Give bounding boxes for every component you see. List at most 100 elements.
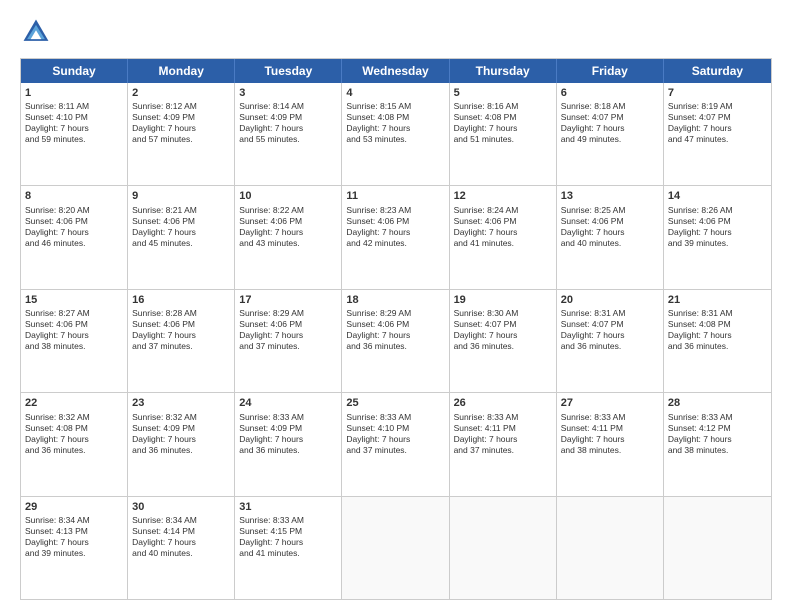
day-info-line: Sunset: 4:09 PM xyxy=(239,423,337,434)
day-info-line: Daylight: 7 hours xyxy=(132,123,230,134)
day-info-line: Sunset: 4:12 PM xyxy=(668,423,767,434)
day-info-line: Sunset: 4:06 PM xyxy=(561,216,659,227)
day-info-line: Daylight: 7 hours xyxy=(561,227,659,238)
day-info-line: Daylight: 7 hours xyxy=(132,537,230,548)
day-number: 2 xyxy=(132,86,230,100)
day-info-line: Daylight: 7 hours xyxy=(561,123,659,134)
day-number: 11 xyxy=(346,189,444,203)
day-info-line: Daylight: 7 hours xyxy=(668,330,767,341)
day-info-line: Sunrise: 8:25 AM xyxy=(561,205,659,216)
day-info-line: and 49 minutes. xyxy=(561,134,659,145)
calendar-day-cell: 26Sunrise: 8:33 AMSunset: 4:11 PMDayligh… xyxy=(450,393,557,495)
calendar-day-cell: 19Sunrise: 8:30 AMSunset: 4:07 PMDayligh… xyxy=(450,290,557,392)
calendar-header-cell: Monday xyxy=(128,59,235,83)
calendar-header-cell: Tuesday xyxy=(235,59,342,83)
day-info-line: Daylight: 7 hours xyxy=(239,537,337,548)
day-info-line: and 37 minutes. xyxy=(346,445,444,456)
day-info-line: and 36 minutes. xyxy=(668,341,767,352)
calendar-day-cell: 4Sunrise: 8:15 AMSunset: 4:08 PMDaylight… xyxy=(342,83,449,185)
calendar-day-cell: 20Sunrise: 8:31 AMSunset: 4:07 PMDayligh… xyxy=(557,290,664,392)
day-info-line: and 36 minutes. xyxy=(239,445,337,456)
calendar-day-cell: 10Sunrise: 8:22 AMSunset: 4:06 PMDayligh… xyxy=(235,186,342,288)
calendar-day-cell: 8Sunrise: 8:20 AMSunset: 4:06 PMDaylight… xyxy=(21,186,128,288)
day-number: 3 xyxy=(239,86,337,100)
day-info-line: Sunset: 4:09 PM xyxy=(132,112,230,123)
calendar-week-row: 22Sunrise: 8:32 AMSunset: 4:08 PMDayligh… xyxy=(21,392,771,495)
day-info-line: Daylight: 7 hours xyxy=(25,537,123,548)
calendar-day-cell xyxy=(557,497,664,599)
day-info-line: Sunrise: 8:14 AM xyxy=(239,101,337,112)
day-number: 22 xyxy=(25,396,123,410)
day-number: 20 xyxy=(561,293,659,307)
logo xyxy=(20,16,56,48)
calendar-day-cell: 30Sunrise: 8:34 AMSunset: 4:14 PMDayligh… xyxy=(128,497,235,599)
day-info-line: and 37 minutes. xyxy=(239,341,337,352)
day-info-line: Sunrise: 8:21 AM xyxy=(132,205,230,216)
day-info-line: Sunrise: 8:15 AM xyxy=(346,101,444,112)
day-info-line: Sunrise: 8:33 AM xyxy=(239,515,337,526)
day-info-line: Sunrise: 8:24 AM xyxy=(454,205,552,216)
calendar-day-cell: 28Sunrise: 8:33 AMSunset: 4:12 PMDayligh… xyxy=(664,393,771,495)
day-info-line: and 41 minutes. xyxy=(239,548,337,559)
day-number: 19 xyxy=(454,293,552,307)
calendar-header-cell: Thursday xyxy=(450,59,557,83)
day-info-line: and 36 minutes. xyxy=(454,341,552,352)
calendar-day-cell: 18Sunrise: 8:29 AMSunset: 4:06 PMDayligh… xyxy=(342,290,449,392)
day-info-line: Sunset: 4:07 PM xyxy=(561,112,659,123)
day-info-line: and 37 minutes. xyxy=(132,341,230,352)
day-number: 17 xyxy=(239,293,337,307)
calendar-day-cell: 6Sunrise: 8:18 AMSunset: 4:07 PMDaylight… xyxy=(557,83,664,185)
day-info-line: Sunrise: 8:27 AM xyxy=(25,308,123,319)
day-number: 7 xyxy=(668,86,767,100)
day-number: 4 xyxy=(346,86,444,100)
day-info-line: and 36 minutes. xyxy=(346,341,444,352)
day-info-line: Sunset: 4:11 PM xyxy=(454,423,552,434)
day-info-line: Sunrise: 8:18 AM xyxy=(561,101,659,112)
day-info-line: Sunrise: 8:12 AM xyxy=(132,101,230,112)
day-number: 13 xyxy=(561,189,659,203)
day-info-line: Daylight: 7 hours xyxy=(454,434,552,445)
calendar-header-cell: Saturday xyxy=(664,59,771,83)
day-info-line: Daylight: 7 hours xyxy=(25,123,123,134)
day-info-line: Sunset: 4:06 PM xyxy=(346,319,444,330)
day-info-line: Sunset: 4:09 PM xyxy=(239,112,337,123)
day-number: 26 xyxy=(454,396,552,410)
day-info-line: Sunrise: 8:31 AM xyxy=(561,308,659,319)
day-info-line: Sunrise: 8:31 AM xyxy=(668,308,767,319)
day-info-line: Sunrise: 8:34 AM xyxy=(132,515,230,526)
day-info-line: Sunset: 4:08 PM xyxy=(25,423,123,434)
day-info-line: and 41 minutes. xyxy=(454,238,552,249)
day-info-line: Sunset: 4:14 PM xyxy=(132,526,230,537)
day-info-line: Daylight: 7 hours xyxy=(239,330,337,341)
day-info-line: Sunset: 4:15 PM xyxy=(239,526,337,537)
day-number: 23 xyxy=(132,396,230,410)
day-info-line: Daylight: 7 hours xyxy=(454,227,552,238)
calendar-day-cell: 5Sunrise: 8:16 AMSunset: 4:08 PMDaylight… xyxy=(450,83,557,185)
day-info-line: and 57 minutes. xyxy=(132,134,230,145)
day-info-line: and 38 minutes. xyxy=(561,445,659,456)
day-info-line: Sunset: 4:06 PM xyxy=(239,216,337,227)
day-info-line: Daylight: 7 hours xyxy=(668,227,767,238)
calendar-day-cell: 25Sunrise: 8:33 AMSunset: 4:10 PMDayligh… xyxy=(342,393,449,495)
calendar-day-cell: 9Sunrise: 8:21 AMSunset: 4:06 PMDaylight… xyxy=(128,186,235,288)
day-info-line: and 43 minutes. xyxy=(239,238,337,249)
day-info-line: Daylight: 7 hours xyxy=(561,330,659,341)
day-info-line: Daylight: 7 hours xyxy=(132,330,230,341)
day-info-line: Sunset: 4:06 PM xyxy=(25,216,123,227)
calendar-day-cell: 15Sunrise: 8:27 AMSunset: 4:06 PMDayligh… xyxy=(21,290,128,392)
day-info-line: and 47 minutes. xyxy=(668,134,767,145)
day-info-line: Sunset: 4:07 PM xyxy=(668,112,767,123)
day-info-line: Sunset: 4:09 PM xyxy=(132,423,230,434)
day-info-line: Daylight: 7 hours xyxy=(454,330,552,341)
calendar-day-cell: 7Sunrise: 8:19 AMSunset: 4:07 PMDaylight… xyxy=(664,83,771,185)
day-info-line: Sunset: 4:08 PM xyxy=(454,112,552,123)
day-info-line: Daylight: 7 hours xyxy=(561,434,659,445)
day-info-line: Daylight: 7 hours xyxy=(132,434,230,445)
day-number: 29 xyxy=(25,500,123,514)
day-info-line: and 36 minutes. xyxy=(561,341,659,352)
day-number: 25 xyxy=(346,396,444,410)
calendar-day-cell: 29Sunrise: 8:34 AMSunset: 4:13 PMDayligh… xyxy=(21,497,128,599)
day-number: 10 xyxy=(239,189,337,203)
calendar: SundayMondayTuesdayWednesdayThursdayFrid… xyxy=(20,58,772,600)
day-info-line: Daylight: 7 hours xyxy=(25,434,123,445)
